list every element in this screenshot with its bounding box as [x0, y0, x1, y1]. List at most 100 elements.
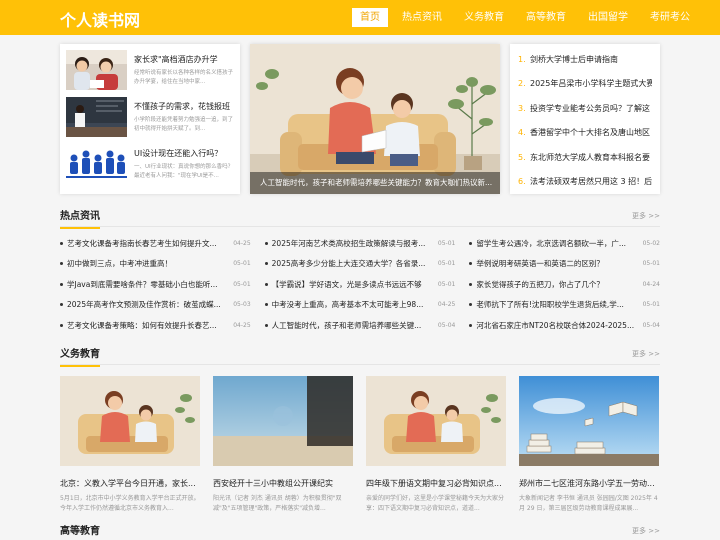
- banner-slider[interactable]: 人工智能时代，孩子和老师需培养哪些关键能力？教育大咖们热议新...: [250, 44, 500, 194]
- bullet-icon: [264, 262, 268, 266]
- list-item[interactable]: 留学生考公遇冷，北京选调名额砍一半，广... 05-02: [469, 233, 660, 254]
- ranking-title[interactable]: 剑桥大学博士后申请指南: [530, 54, 618, 65]
- article-card[interactable]: 西安经开十三小中教组公开课纪实 阳光讯（记者 刘杰 通讯员 胡蓉）为积极贯彻"双…: [213, 376, 353, 514]
- more-link[interactable]: 更多 >>: [632, 211, 660, 221]
- list-item[interactable]: 艺考文化课备考指南长春艺考生如何提升文... 04-25: [60, 233, 251, 254]
- featured-item[interactable]: 家长求"高档酒店办升学 经常听说有家长以各种各样的名义搭孩子办升学宴，给住在当地…: [66, 50, 234, 96]
- featured-text: 家长求"高档酒店办升学 经常听说有家长以各种各样的名义搭孩子办升学宴，给住在当地…: [134, 50, 234, 96]
- news-title[interactable]: 河北省石家庄市NT20名校联合体2024-2025...: [476, 320, 636, 331]
- list-item[interactable]: 艺考文化课备考策略：如何有效提升长春艺... 04-25: [60, 315, 251, 336]
- list-item[interactable]: 人工智能时代，孩子和老师需培养哪些关键... 05-04: [264, 315, 456, 336]
- article-thumbnail[interactable]: [213, 376, 353, 466]
- featured-thumbnail-people-icons[interactable]: [66, 144, 127, 184]
- news-title[interactable]: 家长觉得孩子的五把刀，你占了几个？: [476, 279, 636, 290]
- banner-caption[interactable]: 人工智能时代，孩子和老师需培养哪些关键能力？教育大咖们热议新...: [250, 172, 500, 194]
- section-title[interactable]: 高等教育: [60, 522, 100, 540]
- section-title[interactable]: 热点资讯: [60, 207, 100, 229]
- bullet-icon: [264, 323, 268, 327]
- article-card[interactable]: 四年级下册语文期中复习必背知识点... 亲爱的同学们好，这里是小学课堂秘籍今天为…: [366, 376, 506, 514]
- featured-title[interactable]: UI设计现在还能入行吗？: [134, 148, 234, 159]
- site-header: 个人读书网 首页 热点资讯 义务教育 高等教育 出国留学 考研考公: [0, 0, 720, 35]
- more-link[interactable]: 更多 >>: [632, 349, 660, 359]
- nav-exams[interactable]: 考研考公: [642, 8, 698, 27]
- news-title[interactable]: 2025年河南艺术类高校招生政策解读与报考...: [272, 238, 432, 249]
- news-date: 05-01: [437, 280, 456, 288]
- article-desc: 大象新闻记者 李书恒 通讯员 张园园/文图 2025年 4 月 29 日，第三届…: [519, 495, 658, 512]
- section-title[interactable]: 义务教育: [60, 345, 100, 367]
- ranking-title[interactable]: 投资学专业能考公务员吗？了解这: [530, 103, 650, 114]
- ranking-item[interactable]: 1. 剑桥大学博士后申请指南: [518, 47, 652, 72]
- list-item[interactable]: 2025年河南艺术类高校招生政策解读与报考... 05-01: [264, 233, 456, 254]
- news-title[interactable]: 2025高考多少分能上大连交通大学？各省录...: [272, 258, 432, 269]
- list-item[interactable]: 学Java到底需要啥条件？零基础小白也能听... 05-01: [60, 274, 251, 295]
- article-card[interactable]: 郑州市二七区淮河东路小学五一劳动... 大象新闻记者 李书恒 通讯员 张园园/文…: [519, 376, 659, 514]
- ranking-item[interactable]: 6. 法考法硕双考居然只用这 3 招！后: [518, 170, 652, 195]
- bullet-icon: [469, 303, 473, 307]
- list-item[interactable]: 河北省石家庄市NT20名校联合体2024-2025... 05-04: [469, 315, 660, 336]
- news-date: 05-04: [437, 321, 456, 329]
- list-item[interactable]: 家长觉得孩子的五把刀，你占了几个？ 04-24: [469, 274, 660, 295]
- list-item[interactable]: 2025年高考作文预测及佳作赏析：破茧成蝶... 05-03: [60, 295, 251, 316]
- featured-item[interactable]: UI设计现在还能入行吗？ 一、UI行业现状：真说你想的那么香吗？最近老有人问我：…: [66, 144, 234, 190]
- nav-hot-news[interactable]: 热点资讯: [394, 8, 450, 27]
- featured-thumbnail-family[interactable]: [66, 50, 127, 90]
- ranking-title[interactable]: 2025年吕梁市小学科学主题式大赛: [530, 78, 652, 89]
- news-title[interactable]: 学Java到底需要啥条件？零基础小白也能听...: [67, 279, 227, 290]
- list-item[interactable]: 2025高考多少分能上大连交通大学？各省录... 05-01: [264, 254, 455, 275]
- ranking-item[interactable]: 2. 2025年吕梁市小学科学主题式大赛: [518, 72, 652, 97]
- list-item[interactable]: 举例说明考研英语一和英语二的区别？ 05-01: [469, 254, 660, 275]
- list-item[interactable]: 初中做到三点，中考冲进重高！ 05-01: [60, 254, 251, 275]
- featured-item[interactable]: 不懂孩子的需求，花钱报班 小学阶段还能凭着努力勉强追一追，到了初中就得开始拼天赋…: [66, 97, 234, 143]
- nav-study-abroad[interactable]: 出国留学: [580, 8, 636, 27]
- news-title[interactable]: 中考没考上重高，高考基本不太可能考上98...: [272, 299, 432, 310]
- list-item[interactable]: 老师抗下了所有!沈阳职校学生退货后续,学... 05-01: [469, 295, 660, 316]
- bullet-icon: [264, 241, 268, 245]
- news-title[interactable]: 初中做到三点，中考冲进重高！: [67, 258, 227, 269]
- bullet-icon: [469, 282, 473, 286]
- article-desc: 阳光讯（记者 刘杰 通讯员 胡蓉）为积极贯彻"双减"及"五项管理"政策，严格落实…: [213, 495, 342, 512]
- news-title[interactable]: 留学生考公遇冷，北京选调名额砍一半，广...: [476, 238, 636, 249]
- list-item[interactable]: 【学霸说】学好语文，光是多读点书远远不够 05-01: [264, 274, 456, 295]
- ranking-item[interactable]: 5. 东北师范大学成人教育本科报名要: [518, 145, 652, 170]
- ranking-title[interactable]: 东北师范大学成人教育本科报名要: [530, 152, 650, 163]
- news-title[interactable]: 人工智能时代，孩子和老师需培养哪些关键...: [272, 320, 432, 331]
- news-title[interactable]: 【学霸说】学好语文，光是多读点书远远不够: [272, 279, 432, 290]
- news-date: 05-01: [233, 280, 251, 288]
- news-title[interactable]: 老师抗下了所有!沈阳职校学生退货后续,学...: [476, 299, 636, 310]
- article-title[interactable]: 郑州市二七区淮河东路小学五一劳动...: [519, 478, 659, 489]
- ranking-number: 2.: [518, 79, 526, 89]
- article-title[interactable]: 西安经开十三小中教组公开课纪实: [213, 478, 353, 489]
- featured-title[interactable]: 不懂孩子的需求，花钱报班: [134, 101, 234, 112]
- bullet-icon: [60, 323, 63, 327]
- article-title[interactable]: 四年级下册语文期中复习必背知识点...: [366, 478, 506, 489]
- hot-news-header: 热点资讯 更多 >>: [60, 205, 660, 229]
- ranking-item[interactable]: 4. 香港留学中个十大排名及唐山地区: [518, 121, 652, 146]
- featured-title[interactable]: 家长求"高档酒店办升学: [134, 54, 234, 65]
- article-card[interactable]: 北京：义教入学平台今日开通，家长... 5月1日，北京市中小学义务教育入学平台正…: [60, 376, 200, 514]
- nav-higher-edu[interactable]: 高等教育: [518, 8, 574, 27]
- news-title[interactable]: 举例说明考研英语一和英语二的区别？: [476, 258, 636, 269]
- ranking-title[interactable]: 法考法硕双考居然只用这 3 招！后: [530, 176, 652, 187]
- ranking-number: 3.: [518, 103, 526, 113]
- featured-list: 家长求"高档酒店办升学 经常听说有家长以各种各样的名义搭孩子办升学宴，给住在当地…: [60, 44, 240, 194]
- hot-news-list: 艺考文化课备考指南长春艺考生如何提升文... 04-25 2025年河南艺术类高校…: [60, 233, 660, 336]
- news-date: 04-25: [233, 321, 251, 329]
- nav-compulsory-edu[interactable]: 义务教育: [456, 8, 512, 27]
- news-title[interactable]: 艺考文化课备考策略：如何有效提升长春艺...: [67, 320, 227, 331]
- featured-thumbnail-classroom[interactable]: [66, 97, 127, 137]
- news-date: 05-01: [437, 239, 456, 247]
- list-item[interactable]: 中考没考上重高，高考基本不太可能考上98... 04-25: [264, 295, 455, 316]
- bullet-icon: [60, 241, 63, 245]
- article-thumbnail[interactable]: [519, 376, 659, 466]
- article-thumbnail[interactable]: [366, 376, 506, 466]
- more-link[interactable]: 更多 >>: [632, 526, 660, 536]
- article-thumbnail[interactable]: [60, 376, 200, 466]
- news-title[interactable]: 艺考文化课备考指南长春艺考生如何提升文...: [67, 238, 227, 249]
- news-date: 05-02: [642, 239, 660, 247]
- site-logo[interactable]: 个人读书网: [60, 7, 140, 31]
- nav-home[interactable]: 首页: [352, 8, 388, 27]
- ranking-item[interactable]: 3. 投资学专业能考公务员吗？了解这: [518, 96, 652, 121]
- news-title[interactable]: 2025年高考作文预测及佳作赏析：破茧成蝶...: [67, 299, 227, 310]
- ranking-title[interactable]: 香港留学中个十大排名及唐山地区: [530, 127, 650, 138]
- article-title[interactable]: 北京：义教入学平台今日开通，家长...: [60, 478, 200, 489]
